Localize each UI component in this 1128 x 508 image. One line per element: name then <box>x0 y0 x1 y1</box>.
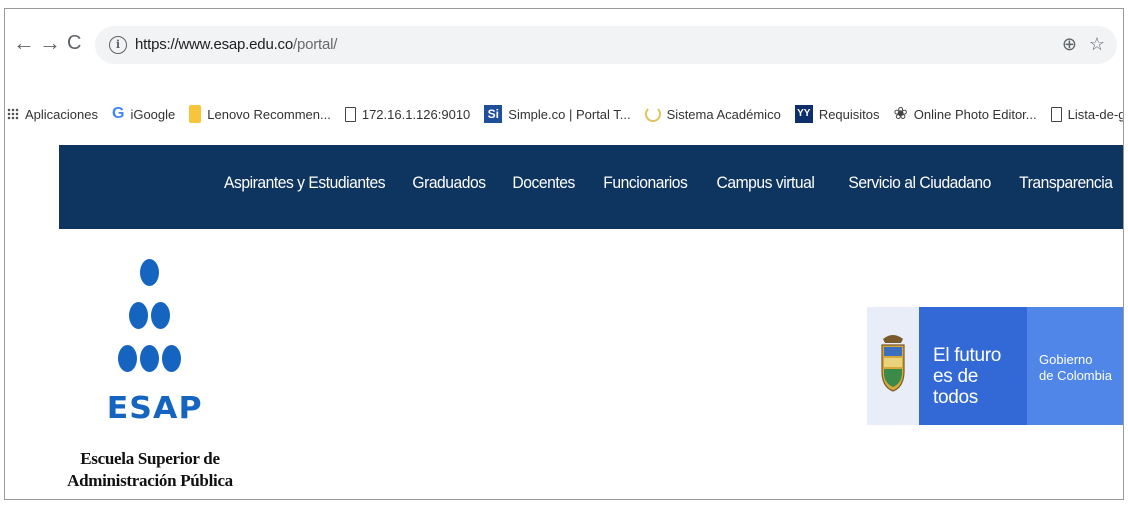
slogan-line1: El futuro <box>933 345 1002 366</box>
google-icon: G <box>112 105 125 122</box>
bookmark-sistema-academico[interactable]: Sistema Académico <box>644 106 781 122</box>
nav-graduados[interactable]: Graduados <box>413 173 487 193</box>
back-icon[interactable]: ← <box>13 31 35 55</box>
photo-editor-icon: ❀ <box>893 104 908 123</box>
gobierno-banner[interactable]: El futuro es de todos Gobierno de Colomb… <box>867 307 1123 425</box>
nav-links: Aspirantes y Estudiantes Graduados Docen… <box>189 173 1113 193</box>
star-icon[interactable]: ☆ <box>1089 34 1105 55</box>
logo-caption-line2: Administración Pública <box>67 471 233 490</box>
site-navigation: Aspirantes y Estudiantes Graduados Docen… <box>59 145 1123 229</box>
slogan-line2: es de todos <box>933 366 978 408</box>
bookmark-label: Online Photo Editor... <box>913 106 1037 122</box>
reload-icon[interactable]: C <box>67 31 81 55</box>
banner-slogan-panel: El futuro es de todos <box>919 307 1027 425</box>
info-icon[interactable]: i <box>109 36 127 54</box>
logo-dots <box>65 259 235 381</box>
folder-icon <box>189 105 202 123</box>
spinner-icon <box>644 106 661 122</box>
gobierno-line2: de Colombia <box>1039 368 1112 383</box>
si-icon: Si <box>484 105 503 123</box>
bookmark-requisitos[interactable]: YY Requisitos <box>794 105 880 123</box>
url-path: /portal/ <box>293 36 338 53</box>
logo-caption: Escuela Superior de Administración Públi… <box>65 448 235 492</box>
logo-dot <box>118 345 137 372</box>
bookmark-label: Sistema Académico <box>666 106 781 122</box>
bookmark-lista-graduandos[interactable]: Lista-de-graduando... <box>1050 106 1124 122</box>
bookmark-label: iGoogle <box>130 106 176 122</box>
apps-icon <box>7 108 19 120</box>
bookmark-label: 172.16.1.126:9010 <box>361 106 471 122</box>
browser-window: ← → C i https://www.esap.edu.co/portal/ … <box>4 8 1124 500</box>
bookmark-aplicaciones[interactable]: Aplicaciones <box>7 107 98 122</box>
nav-funcionarios[interactable]: Funcionarios <box>603 173 687 193</box>
banner-slogan: El futuro es de todos <box>933 345 1027 408</box>
banner-shield-panel <box>867 307 919 425</box>
zoom-icon[interactable]: ⊕ <box>1062 34 1077 55</box>
gobierno-line1: Gobierno <box>1039 352 1093 367</box>
nav-aspirantes[interactable]: Aspirantes y Estudiantes <box>224 173 386 193</box>
logo-dot <box>129 302 148 329</box>
bookmark-lenovo[interactable]: Lenovo Recommen... <box>189 105 331 123</box>
bookmark-label: Requisitos <box>818 106 880 122</box>
esap-logo[interactable]: ESAP Escuela Superior de Administración … <box>65 259 235 490</box>
logo-wordmark: ESAP <box>106 391 203 426</box>
page-icon <box>1050 106 1062 122</box>
logo-dot <box>162 345 181 372</box>
bookmark-label: Lenovo Recommen... <box>207 106 331 122</box>
url-text[interactable]: https://www.esap.edu.co/portal/ <box>135 36 337 53</box>
bookmark-simple[interactable]: Si Simple.co | Portal T... <box>484 105 631 123</box>
nav-campus-virtual[interactable]: Campus virtual <box>717 173 815 193</box>
banner-gobierno-panel: Gobierno de Colombia <box>1027 307 1123 425</box>
bookmark-ip[interactable]: 172.16.1.126:9010 <box>344 106 471 122</box>
bookmark-label: Aplicaciones <box>25 106 98 122</box>
nav-servicio-ciudadano[interactable]: Servicio al Ciudadano <box>848 173 991 193</box>
bookmark-label: Lista-de-graduando... <box>1067 106 1124 122</box>
address-bar[interactable]: i https://www.esap.edu.co/portal/ ⊕ ☆ <box>95 26 1117 64</box>
forward-icon[interactable]: → <box>39 31 61 55</box>
page-icon <box>344 106 356 122</box>
requisitos-icon: YY <box>794 105 813 123</box>
nav-transparencia[interactable]: Transparencia <box>1020 173 1114 193</box>
bookmark-igoogle[interactable]: G iGoogle <box>112 106 175 122</box>
logo-dot <box>140 345 159 372</box>
logo-dot <box>151 302 170 329</box>
bookmark-label: Simple.co | Portal T... <box>508 106 631 122</box>
nav-docentes[interactable]: Docentes <box>512 173 575 193</box>
colombia-shield-icon <box>881 335 905 392</box>
banner-gobierno: Gobierno de Colombia <box>1039 352 1112 384</box>
url-host: https://www.esap.edu.co <box>135 36 293 53</box>
logo-caption-line1: Escuela Superior de <box>80 449 220 468</box>
bookmarks-bar: Aplicaciones G iGoogle Lenovo Recommen..… <box>5 99 1123 129</box>
bookmark-photo-editor[interactable]: ❀ Online Photo Editor... <box>893 104 1037 123</box>
browser-toolbar: ← → C i https://www.esap.edu.co/portal/ … <box>5 9 1123 81</box>
logo-dot <box>140 259 159 286</box>
